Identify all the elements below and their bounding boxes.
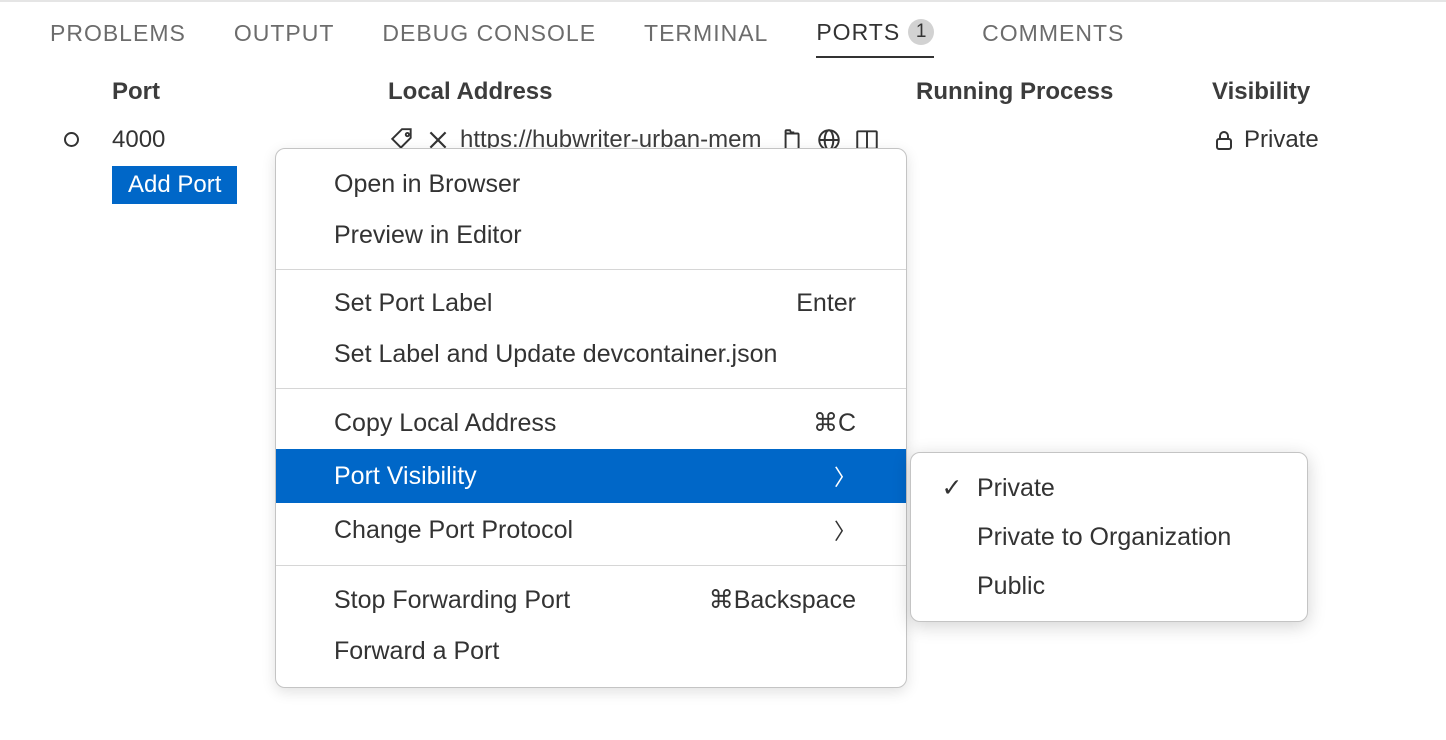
- submenu-private-to-org[interactable]: Private to Organization: [911, 513, 1307, 562]
- menu-label: Port Visibility: [334, 462, 477, 491]
- col-icon-spacer: [18, 78, 112, 106]
- tab-label: TERMINAL: [644, 20, 768, 47]
- ports-count-badge: 1: [908, 19, 934, 45]
- tab-ports[interactable]: PORTS 1: [816, 19, 934, 58]
- chevron-right-icon: 〉: [834, 460, 856, 492]
- col-header-visibility: Visibility: [1212, 78, 1446, 106]
- visibility-text: Private: [1244, 126, 1319, 154]
- menu-preview-in-editor[interactable]: Preview in Editor: [276, 210, 906, 261]
- lock-icon: [1212, 128, 1236, 152]
- menu-stop-forwarding-port[interactable]: Stop Forwarding Port ⌘Backspace: [276, 574, 906, 626]
- col-header-running-process: Running Process: [916, 78, 1212, 106]
- menu-label: Stop Forwarding Port: [334, 586, 570, 615]
- menu-set-label-devcontainer[interactable]: Set Label and Update devcontainer.json: [276, 329, 906, 380]
- tab-label: PORTS: [816, 19, 900, 46]
- submenu-private[interactable]: ✓ Private: [911, 463, 1307, 513]
- status-indicator-icon: [64, 132, 79, 147]
- menu-label: Forward a Port: [334, 637, 499, 666]
- menu-separator: [276, 565, 906, 566]
- tab-problems[interactable]: PROBLEMS: [50, 20, 186, 57]
- menu-shortcut: ⌘Backspace: [709, 585, 856, 615]
- menu-forward-a-port[interactable]: Forward a Port: [276, 626, 906, 677]
- col-header-port: Port: [112, 78, 388, 106]
- tab-label: PROBLEMS: [50, 20, 186, 47]
- menu-label: Set Label and Update devcontainer.json: [334, 340, 777, 369]
- menu-shortcut: Enter: [796, 289, 856, 318]
- col-header-local-address: Local Address: [388, 78, 916, 106]
- visibility-cell: Private: [1212, 126, 1446, 154]
- submenu-public[interactable]: Public: [911, 562, 1307, 611]
- menu-shortcut: ⌘C: [813, 408, 856, 438]
- tab-debug-console[interactable]: DEBUG CONSOLE: [382, 20, 596, 57]
- menu-open-in-browser[interactable]: Open in Browser: [276, 159, 906, 210]
- tab-terminal[interactable]: TERMINAL: [644, 20, 768, 57]
- tab-comments[interactable]: COMMENTS: [982, 20, 1124, 57]
- panel-tab-bar: PROBLEMS OUTPUT DEBUG CONSOLE TERMINAL P…: [0, 0, 1446, 64]
- menu-change-port-protocol[interactable]: Change Port Protocol 〉: [276, 503, 906, 557]
- menu-port-visibility[interactable]: Port Visibility 〉: [276, 449, 906, 503]
- add-port-button[interactable]: Add Port: [112, 166, 237, 204]
- submenu-label: Private to Organization: [977, 523, 1231, 552]
- submenu-label: Public: [977, 572, 1045, 601]
- menu-separator: [276, 269, 906, 270]
- tab-label: DEBUG CONSOLE: [382, 20, 596, 47]
- chevron-right-icon: 〉: [834, 514, 856, 546]
- tab-label: OUTPUT: [234, 20, 335, 47]
- tab-label: COMMENTS: [982, 20, 1124, 47]
- menu-label: Set Port Label: [334, 289, 492, 318]
- menu-separator: [276, 388, 906, 389]
- submenu-label: Private: [977, 474, 1055, 503]
- port-context-menu: Open in Browser Preview in Editor Set Po…: [275, 148, 907, 688]
- menu-copy-local-address[interactable]: Copy Local Address ⌘C: [276, 397, 906, 449]
- menu-label: Copy Local Address: [334, 409, 556, 438]
- menu-label: Change Port Protocol: [334, 516, 573, 545]
- menu-set-port-label[interactable]: Set Port Label Enter: [276, 278, 906, 329]
- menu-label: Preview in Editor: [334, 221, 522, 250]
- tab-output[interactable]: OUTPUT: [234, 20, 335, 57]
- check-icon: ✓: [941, 473, 963, 503]
- menu-label: Open in Browser: [334, 170, 520, 199]
- port-status-cell: [18, 126, 112, 154]
- ports-header-row: Port Local Address Running Process Visib…: [18, 64, 1446, 116]
- port-visibility-submenu: ✓ Private Private to Organization Public: [910, 452, 1308, 622]
